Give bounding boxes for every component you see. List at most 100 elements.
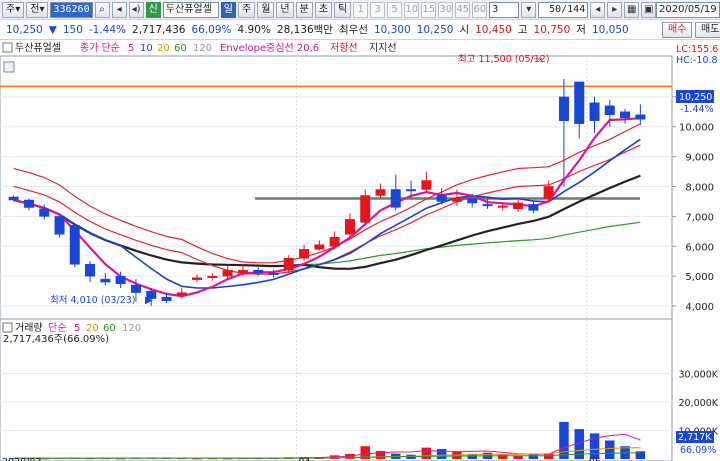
date-tick-label: 04 [298,457,310,461]
volume-ratio: 66.09% [191,23,232,36]
interval-5-button[interactable]: 5 [387,1,403,18]
open-price: 10,450 [475,23,512,36]
sell-button[interactable]: 매도 [695,22,720,38]
interval-1-button[interactable]: 1 [353,1,369,18]
candle-body [207,275,218,278]
candle-body [314,244,325,250]
sound-icon[interactable]: ◂) [128,1,144,18]
interval-10-button[interactable]: 10 [404,1,420,18]
high-annotation: 최고 11,500 (05/12) [458,54,550,65]
period-week-button[interactable]: 주 [238,1,256,18]
interval-15-button[interactable]: 15 [421,1,437,18]
candle-body [467,198,478,204]
price-tick-label: 9,000 [685,153,714,164]
best-ask: 10,300 [373,23,411,36]
candle-body [161,296,172,301]
toolbar: 주 ▾ 전 ▾ 336260 ⌕ ◂ ◂) 신 두산퓨얼셀 일 주 월 년 분 초 … [0,0,720,20]
price-tick-label: 10,000 [679,123,714,134]
legend-ma-label: 종가 단순 [80,42,120,54]
quote-bar: 10,250 ▼ 150 -1.44% 2,717,436 66.09% 4.9… [0,20,720,40]
stock-name-field[interactable]: 두산퓨얼셀 [162,1,219,18]
candle-body [421,180,432,190]
hc-label: HC:-10.8 [676,55,718,66]
period-tick-button[interactable]: 틱 [334,1,352,18]
candle-body [69,225,80,265]
candle-body [558,96,569,122]
volume-legend-ma20: 20 [86,323,99,334]
volume-legend-ma60: 60 [103,323,116,334]
candle-body [299,249,310,259]
date-field[interactable]: 2020/05/19 [656,2,720,18]
legend-support: 지지선 [369,42,397,54]
legend-checkbox[interactable] [2,42,13,53]
candle-body [54,216,65,235]
volume-axis: 30,000K20,000K10,000K [679,370,719,438]
candle-body [85,263,96,277]
current-price-tag-text: 10,250 [679,92,712,103]
candle-body [406,189,417,192]
dropdown-arrow-icon[interactable]: ▾ [521,1,537,18]
candle-body [574,81,585,124]
candle-body [451,198,462,202]
low-arrow-icon: ▶ [145,295,153,306]
market-select[interactable]: 전 ▾ [26,1,49,18]
legend-stock-name: 두산퓨얼셀 [15,42,61,54]
legend-envelope: Envelope중심선 20,6 [220,42,319,54]
price-change: 150 [62,23,83,36]
volume-tag-pct: 66.09% [680,445,716,456]
search-icon[interactable]: ⌕ [94,1,110,18]
price-tick-label: 6,000 [685,242,714,253]
count-field[interactable]: 50/144 [538,1,589,18]
price-volume-chart[interactable]: →▶ 11,00010,0009,0008,0007,0006,0005,000… [0,40,720,461]
candle-body [237,269,248,274]
candle-body [513,202,524,210]
save-icon[interactable]: ▣ [641,1,657,18]
legend-ma60: 60 [174,43,187,54]
interval-3-button[interactable]: 3 [370,1,386,18]
grid-icon[interactable]: ▦ [624,1,640,18]
chart-settings-icon[interactable] [3,61,15,73]
date-tick-label: 05 [589,457,601,461]
candle-body [39,208,50,217]
credit-badge: 신 [145,1,161,18]
prev-arrow-icon[interactable]: ◂ [111,1,127,18]
period-month-button[interactable]: 월 [257,1,275,18]
candle-body [635,114,646,120]
candle-body [543,186,554,199]
trade-amount: 28,136백만 [276,24,333,36]
period-second-button[interactable]: 초 [314,1,333,18]
candle-body [8,196,19,201]
candle-body [192,277,203,281]
candle-body [222,269,233,277]
interval-45-button[interactable]: 45 [455,1,471,18]
chevron-right-icon[interactable]: ▸ [607,1,623,18]
type-select[interactable]: 주 ▾ [2,1,25,18]
volume-legend-checkbox[interactable] [2,322,13,333]
buy-button[interactable]: 매수 [662,22,693,38]
candle-body [589,102,600,121]
volume-legend-ma120: 120 [122,323,141,334]
volume-value: 2,717,436 [132,23,186,36]
period-minute-button[interactable]: 분 [295,1,313,18]
candle-body [436,195,447,202]
interval-30-button[interactable]: 30 [438,1,454,18]
candle-body [268,272,279,275]
low-price: 10,050 [591,23,629,36]
volume-legend-ma5: 5 [74,323,80,334]
date-tick-label: 2020/03 [2,457,41,461]
best-quote-label: 최우선 [338,24,368,36]
candle-body [100,278,111,283]
volume-bar [421,447,432,459]
candle-body [375,189,386,196]
interval-60-button[interactable]: 60 [472,1,488,18]
stock-code-input[interactable]: 336260 [50,1,93,18]
interval-input[interactable]: 3 [489,1,520,18]
candle-body [23,199,34,208]
period-day-button[interactable]: 일 [220,1,236,18]
period-year-button[interactable]: 년 [276,1,294,18]
volume-bar [605,440,615,459]
candle-body [497,205,508,208]
chevron-left-icon[interactable]: ◂ [590,1,606,18]
candle-body [253,269,264,274]
candle-body [176,292,187,296]
